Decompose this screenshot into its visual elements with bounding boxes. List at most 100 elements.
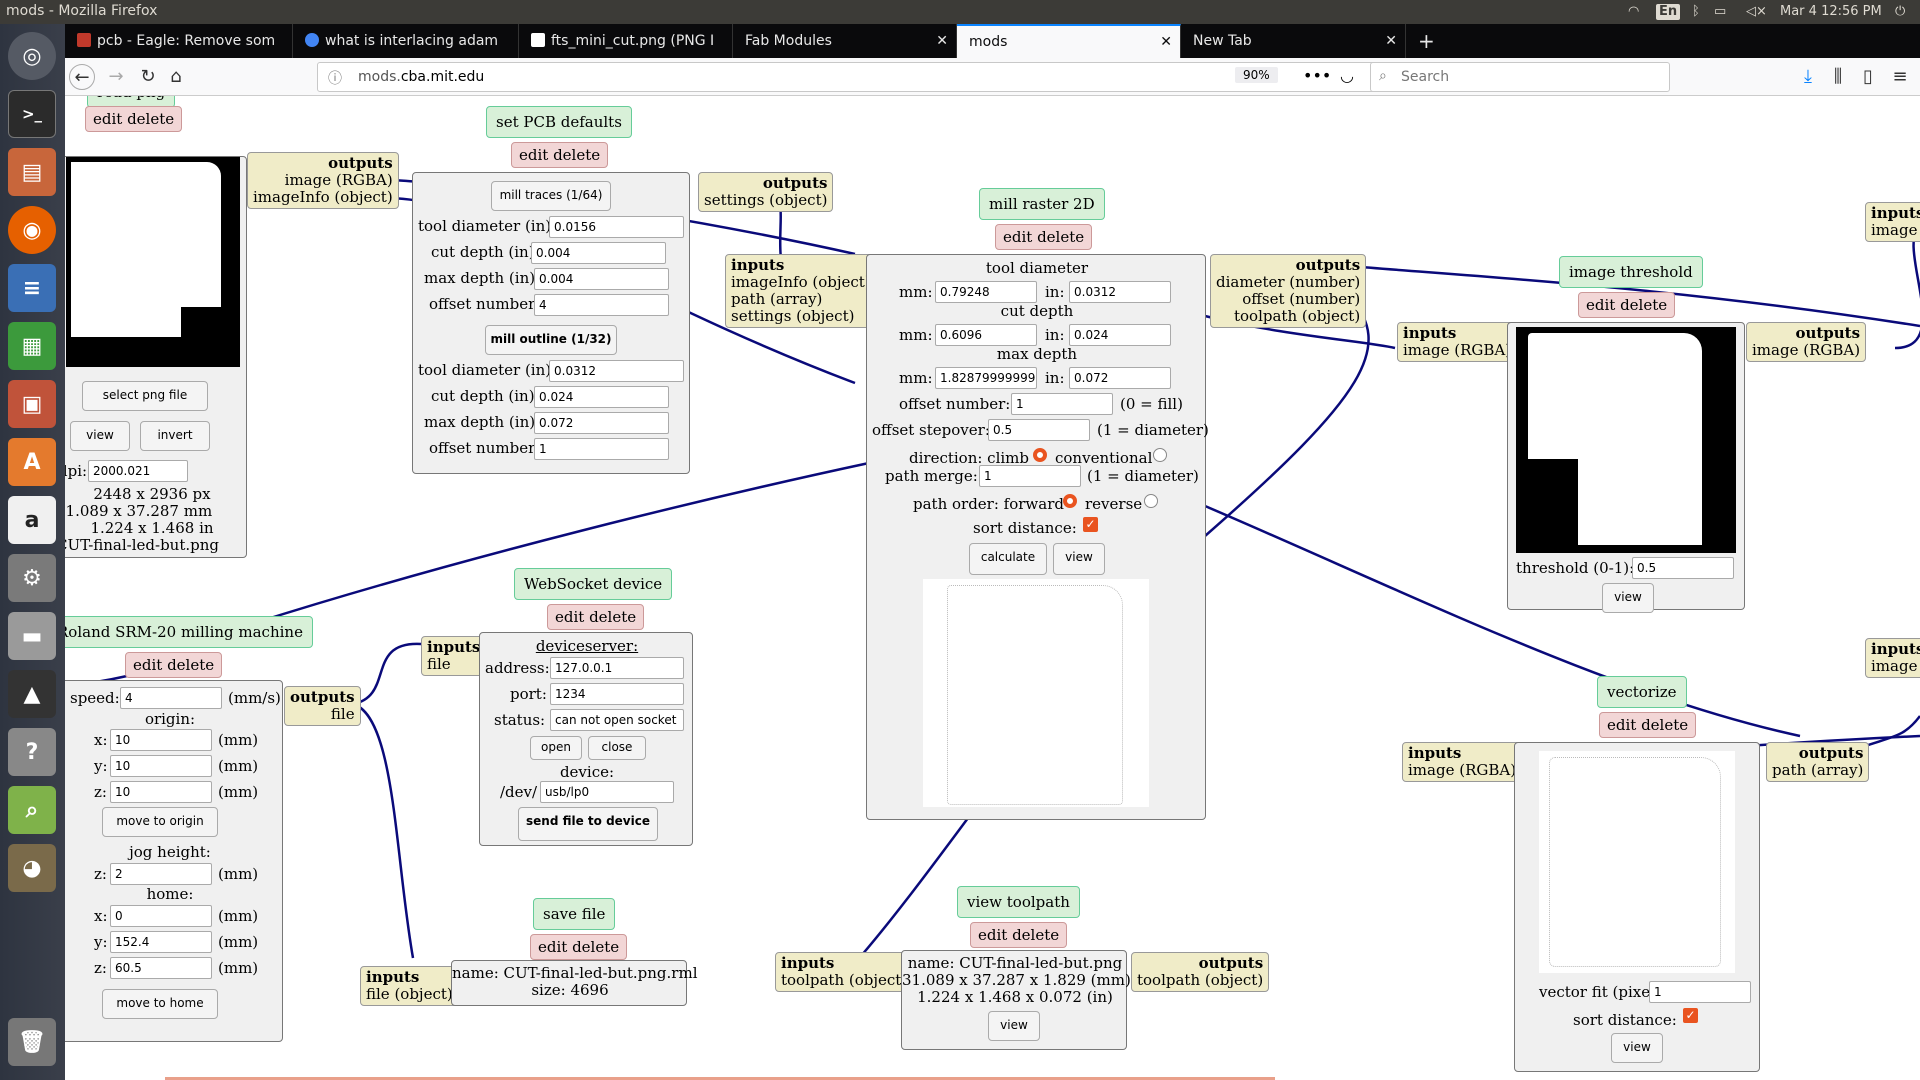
battery-icon[interactable]: ▭ — [1714, 2, 1726, 22]
terminal-icon[interactable]: >_ — [8, 90, 56, 138]
close-tab-icon[interactable]: ✕ — [1160, 26, 1172, 58]
reverse-radio[interactable] — [1144, 494, 1158, 508]
websocket-device-title[interactable]: WebSocket device — [514, 568, 673, 600]
edit-delete-button[interactable]: edit delete — [995, 224, 1093, 250]
dash-icon[interactable]: ◎ — [8, 32, 56, 80]
tool-diameter-in-input[interactable]: 0.0312 — [1069, 281, 1171, 303]
output-port[interactable]: toolpath (object) — [1216, 308, 1360, 325]
tab-fab-modules[interactable]: Fab Modules ✕ — [733, 24, 957, 58]
inkscape-icon[interactable]: ▲ — [8, 670, 56, 718]
roland-srm20-title[interactable]: Roland SRM-20 milling machine — [65, 616, 313, 648]
input-port[interactable]: path (array) — [731, 291, 871, 308]
traces-offset-number-input[interactable]: 4 — [534, 294, 669, 316]
impress-icon[interactable]: ▣ — [8, 380, 56, 428]
view-button[interactable]: view — [1602, 583, 1654, 613]
output-port[interactable]: path (array) — [1772, 762, 1863, 779]
select-png-button[interactable]: select png file — [82, 381, 208, 411]
pocket-icon[interactable]: ◡ — [1340, 66, 1354, 85]
open-button[interactable]: open — [530, 736, 582, 760]
output-port[interactable]: settings (object) — [704, 192, 827, 209]
offset-number-input[interactable]: 1 — [1011, 393, 1113, 415]
speed-input[interactable]: 4 — [120, 687, 222, 709]
new-tab-icon[interactable]: + — [1406, 24, 1446, 58]
view-button[interactable]: view — [1611, 1033, 1663, 1063]
traces-cut-depth-input[interactable]: 0.004 — [531, 242, 666, 264]
image-viewer-icon[interactable]: ⌕ — [8, 786, 56, 834]
mods-canvas[interactable]: read png edit delete select png file vie… — [65, 96, 1920, 1080]
reload-icon[interactable]: ↻ — [135, 64, 161, 90]
outline-offset-number-input[interactable]: 1 — [534, 438, 669, 460]
cut-depth-mm-input[interactable]: 0.6096 — [935, 324, 1037, 346]
edit-delete-button[interactable]: edit delete — [511, 142, 609, 168]
edit-delete-button[interactable]: edit delete — [85, 106, 183, 132]
firefox-icon[interactable]: ◉ — [8, 206, 56, 254]
software-center-icon[interactable]: A — [8, 438, 56, 486]
edit-delete-button[interactable]: edit delete — [1578, 292, 1676, 318]
output-port[interactable]: image (RGBA) — [253, 172, 393, 189]
tab-mods[interactable]: mods ✕ — [957, 24, 1181, 58]
sort-distance-checkbox[interactable]: ✓ — [1083, 517, 1098, 532]
edit-delete-button[interactable]: edit delete — [125, 652, 223, 678]
move-to-origin-button[interactable]: move to origin — [102, 807, 218, 837]
climb-radio[interactable] — [1033, 448, 1047, 462]
bluetooth-icon[interactable]: ᛒ — [1692, 2, 1700, 22]
volume-icon[interactable]: ◁× — [1746, 2, 1767, 22]
input-port[interactable]: imageInfo (object) — [731, 274, 871, 291]
close-tab-icon[interactable]: ✕ — [936, 24, 948, 58]
edit-delete-button[interactable]: edit delete — [1599, 712, 1697, 738]
tab-png[interactable]: fts_mini_cut.png (PNG I — [519, 24, 733, 58]
input-port[interactable]: file (object) — [366, 986, 453, 1003]
save-file-title[interactable]: save file — [533, 898, 616, 930]
output-port[interactable]: offset (number) — [1216, 291, 1360, 308]
wifi-icon[interactable]: ◠ — [1628, 2, 1639, 22]
page-actions-icon[interactable]: ••• — [1303, 66, 1331, 85]
tab-interlacing[interactable]: what is interlacing adam — [293, 24, 519, 58]
mill-traces-button[interactable]: mill traces (1/64) — [491, 181, 611, 211]
forward-radio[interactable] — [1063, 494, 1077, 508]
edit-delete-button[interactable]: edit delete — [970, 922, 1068, 948]
edit-delete-button[interactable]: edit delete — [530, 934, 628, 960]
vector-fit-input[interactable]: 1 — [1649, 981, 1751, 1003]
input-port[interactable]: image (RGBA) — [1408, 762, 1516, 779]
downloads-icon[interactable]: ⤓ — [1795, 64, 1821, 90]
jog-z-input[interactable]: 2 — [110, 863, 212, 885]
keyboard-indicator[interactable]: En — [1656, 4, 1681, 20]
settings-icon[interactable]: ⚙ — [8, 554, 56, 602]
invert-button[interactable]: invert — [140, 421, 210, 451]
mill-raster-2d-title[interactable]: mill raster 2D — [979, 188, 1105, 220]
home-y-input[interactable]: 152.4 — [110, 931, 212, 953]
amazon-icon[interactable]: a — [8, 496, 56, 544]
max-depth-mm-input[interactable]: 1.8287999999999 — [935, 367, 1037, 389]
output-port[interactable]: file — [290, 706, 355, 723]
view-toolpath-title[interactable]: view toolpath — [957, 886, 1080, 918]
device-input[interactable]: usb/lp0 — [540, 781, 674, 803]
url-bar[interactable]: ⓘ mods.cba.mit.edu 90% ••• ◡ ☆ — [317, 62, 1407, 92]
back-icon[interactable]: ← — [69, 64, 95, 90]
help-icon[interactable]: ? — [8, 728, 56, 776]
tab-pcb-eagle[interactable]: pcb - Eagle: Remove som — [65, 24, 293, 58]
home-icon[interactable]: ⌂ — [163, 64, 189, 90]
tab-new-tab[interactable]: New Tab ✕ — [1181, 24, 1406, 58]
home-x-input[interactable]: 0 — [110, 905, 212, 927]
files-icon[interactable]: ▤ — [8, 148, 56, 196]
input-port[interactable]: file — [427, 656, 480, 673]
outline-cut-depth-input[interactable]: 0.024 — [534, 386, 669, 408]
search-bar[interactable]: ⌕ Search — [1370, 62, 1670, 92]
edit-delete-button[interactable]: edit delete — [547, 604, 645, 630]
menu-icon[interactable]: ≡ — [1887, 64, 1913, 90]
address-input[interactable]: 127.0.0.1 — [550, 657, 684, 679]
power-icon[interactable]: ⏻ — [1895, 2, 1905, 22]
writer-icon[interactable]: ≡ — [8, 264, 56, 312]
gimp-icon[interactable]: ◕ — [8, 844, 56, 892]
origin-y-input[interactable]: 10 — [110, 755, 212, 777]
outline-max-depth-input[interactable]: 0.072 — [534, 412, 669, 434]
view-button[interactable]: view — [1053, 543, 1105, 575]
forward-icon[interactable]: → — [103, 64, 129, 90]
port-input[interactable]: 1234 — [550, 683, 684, 705]
output-port[interactable]: toolpath (object) — [1137, 972, 1263, 989]
output-port[interactable]: imageInfo (object) — [253, 189, 393, 206]
conventional-radio[interactable] — [1153, 448, 1167, 462]
close-button[interactable]: close — [588, 736, 646, 760]
sidebar-icon[interactable]: ▯ — [1855, 64, 1881, 90]
traces-max-depth-input[interactable]: 0.004 — [534, 268, 669, 290]
